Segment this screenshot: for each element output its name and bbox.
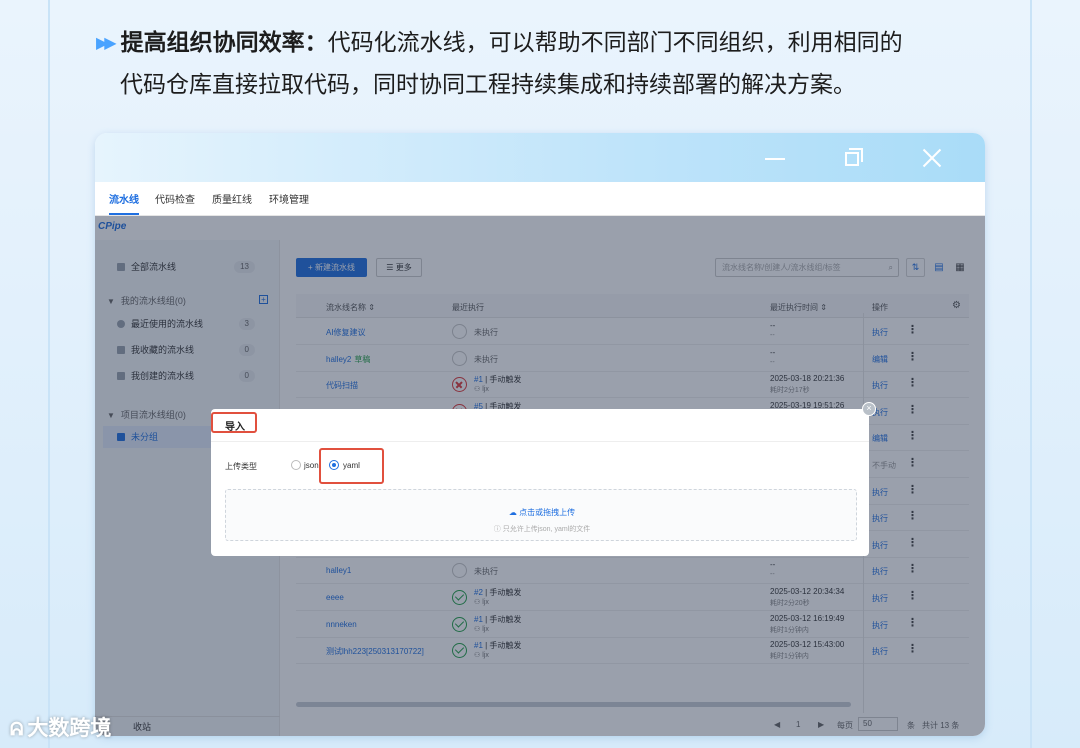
dialog-divider <box>211 441 869 442</box>
upload-hint: ⓘ 只允许上传json, yaml的文件 <box>226 524 858 534</box>
window-titlebar <box>95 133 985 182</box>
close-icon[interactable]: × <box>862 402 876 416</box>
restore-icon[interactable] <box>840 145 866 171</box>
radio-json-label[interactable]: json <box>304 461 319 470</box>
upload-main-text: ☁ 点击或拖拽上传 <box>226 507 858 518</box>
intro-heading: 提高组织协同效率： <box>120 29 328 55</box>
upload-type-label: 上传类型 <box>225 462 257 471</box>
watermark-text: 大数跨境 <box>27 717 112 740</box>
upload-main-label: 点击或拖拽上传 <box>519 508 576 517</box>
tab-code-check[interactable]: 代码检查 <box>155 191 195 206</box>
minimize-icon[interactable] <box>762 145 788 171</box>
left-border-line <box>48 0 50 748</box>
radio-json[interactable] <box>291 460 301 470</box>
cloud-upload-icon: ☁ <box>508 508 520 517</box>
intro-paragraph: ▶▶ 提高组织协同效率：代码化流水线，可以帮助不同部门不同组织，利用相同的 代码仓… <box>96 22 1016 105</box>
double-arrow-icon: ▶▶ <box>96 35 117 52</box>
close-icon[interactable] <box>918 145 944 171</box>
tab-pipeline[interactable]: 流水线 <box>109 191 139 215</box>
highlight-box-title <box>211 412 257 433</box>
upload-hint-label: 只允许上传json, yaml的文件 <box>502 526 591 533</box>
tab-quality-gate[interactable]: 质量红线 <box>212 191 252 206</box>
watermark: ᕱ 大数跨境 <box>10 712 111 742</box>
right-border-line <box>1030 0 1032 748</box>
highlight-box-yaml <box>319 448 384 484</box>
intro-text-line2: 代码仓库直接拉取代码，同时协同工程持续集成和持续部署的解决方案。 <box>120 71 856 97</box>
import-dialog: 导入 × 上传类型 json yaml ☁ 点击或拖拽上传 ⓘ 只允许上传jso… <box>211 402 876 556</box>
watermark-logo-icon: ᕱ <box>10 719 24 739</box>
intro-text-line1: 代码化流水线，可以帮助不同部门不同组织，利用相同的 <box>327 29 903 55</box>
tab-env-management[interactable]: 环境管理 <box>269 191 309 206</box>
upload-dropzone[interactable]: ☁ 点击或拖拽上传 ⓘ 只允许上传json, yaml的文件 <box>225 489 857 541</box>
app-window: 流水线 代码检查 质量红线 环境管理 CPipe 全部流水线 13 ▼ 我的流水线组… <box>95 133 985 736</box>
info-icon: ⓘ <box>493 526 503 533</box>
top-navigation: 流水线 代码检查 质量红线 环境管理 <box>95 182 985 216</box>
